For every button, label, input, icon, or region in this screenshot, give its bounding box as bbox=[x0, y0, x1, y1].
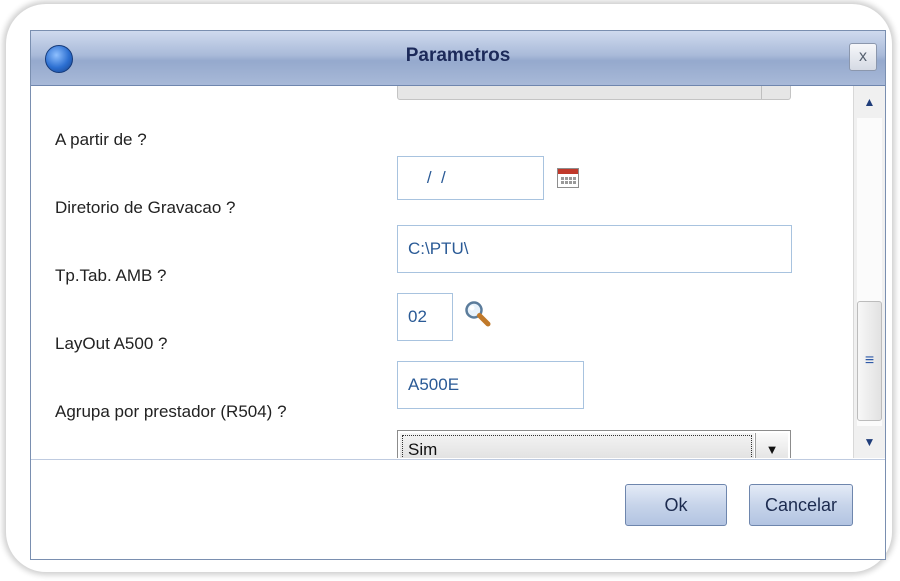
date-field[interactable]: / / bbox=[397, 156, 544, 200]
dialog-title: Parametros bbox=[405, 45, 511, 66]
calendar-grid bbox=[560, 176, 576, 185]
calendar-icon[interactable] bbox=[557, 168, 579, 188]
scroll-thumb[interactable]: ≡ bbox=[857, 301, 882, 421]
label-agrupa-prestador: Agrupa por prestador (R504) ? bbox=[55, 402, 287, 421]
scroll-up-icon[interactable]: ▲ bbox=[854, 88, 885, 116]
ok-button[interactable]: Ok bbox=[625, 484, 727, 526]
search-icon[interactable] bbox=[463, 299, 493, 329]
parameters-panel: A partir de ? / / Diretorio de Gravacao … bbox=[31, 86, 853, 458]
close-button[interactable]: x bbox=[849, 43, 877, 71]
button-bar: Ok Cancelar bbox=[31, 459, 885, 559]
cancel-button[interactable]: Cancelar bbox=[749, 484, 853, 526]
label-layout-a500: LayOut A500 ? bbox=[55, 334, 168, 353]
agrupa-prestador-select[interactable]: Sim ▼ bbox=[397, 430, 791, 458]
partial-field-divider bbox=[761, 86, 762, 99]
title-bar[interactable]: Parametros x bbox=[31, 31, 885, 86]
parametros-dialog: Parametros x A partir de ? / / Diretorio… bbox=[30, 30, 886, 560]
label-tp-tab-amb: Tp.Tab. AMB ? bbox=[55, 266, 167, 285]
select-value: Sim bbox=[400, 433, 754, 458]
scroll-down-icon[interactable]: ▼ bbox=[854, 428, 885, 456]
tab-amb-field[interactable]: 02 bbox=[397, 293, 453, 341]
partial-field-above[interactable] bbox=[397, 86, 791, 100]
layout-a500-field[interactable]: A500E bbox=[397, 361, 584, 409]
directory-field[interactable]: C:\PTU\ bbox=[397, 225, 792, 273]
chevron-down-icon[interactable]: ▼ bbox=[755, 433, 788, 458]
label-diretorio-gravacao: Diretorio de Gravacao ? bbox=[55, 198, 236, 217]
label-a-partir-de: A partir de ? bbox=[55, 130, 147, 149]
vertical-scrollbar[interactable]: ▲ ≡ ▼ bbox=[853, 86, 885, 458]
